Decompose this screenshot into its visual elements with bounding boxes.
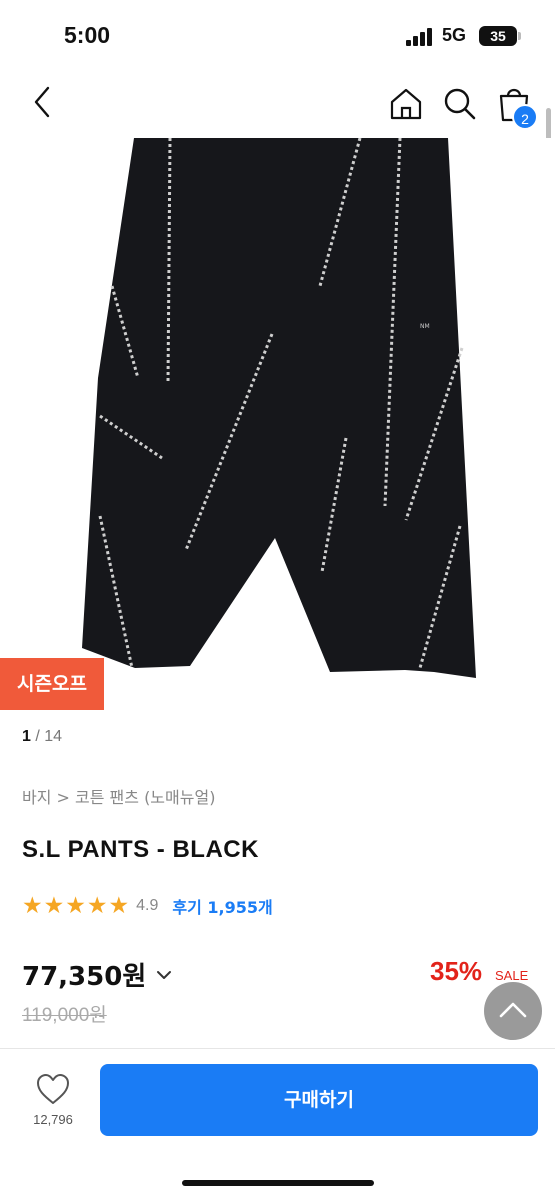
wishlist-button[interactable]: 12,796 [22,1072,84,1132]
price-row[interactable]: 77,350원 [22,956,174,993]
status-time: 5:00 [64,22,111,48]
status-bar: 5:00 5G 35 [0,0,555,70]
signal-icon [406,28,436,46]
product-title: S.L PANTS - BLACK [22,836,259,863]
star-rating-icon: ★★★★★ [22,893,131,919]
back-icon[interactable] [24,82,64,122]
buy-button[interactable]: 구매하기 [100,1064,538,1136]
review-count-link[interactable]: 후기 1,955개 [172,894,272,918]
wish-count: 12,796 [33,1112,73,1127]
heart-icon [37,1074,69,1104]
discount-rate: 35% [430,956,483,986]
original-price: 119,000원 [22,1005,107,1026]
pager-total: 14 [44,728,63,745]
image-pager: 1 / 14 [22,728,62,746]
scroll-top-button[interactable] [484,982,542,1040]
battery-tip [518,32,521,40]
breadcrumb[interactable]: 바지 > 코튼 팬츠 (노매뉴얼) [22,784,215,808]
chevron-down-icon[interactable] [154,965,174,985]
sale-price: 77,350원 [22,962,147,992]
sale-label: SALE [495,968,529,983]
rating-row: ★★★★★ 4.9 후기 1,955개 [22,892,273,920]
network-label: 5G [442,25,467,45]
battery-icon: 35 [479,26,517,46]
search-icon[interactable] [440,84,480,124]
pager-current: 1 [22,728,31,745]
top-nav [0,70,555,138]
season-off-badge: 시즌오프 [0,658,104,710]
pager-separator: / [35,728,45,745]
arrow-up-icon [499,1002,527,1018]
product-image[interactable]: NM [0,137,555,710]
cart-count-badge: 2 [512,104,538,130]
home-indicator [182,1180,374,1186]
svg-text:NM: NM [420,323,430,330]
rating-value: 4.9 [136,897,159,914]
home-icon[interactable] [386,84,426,124]
